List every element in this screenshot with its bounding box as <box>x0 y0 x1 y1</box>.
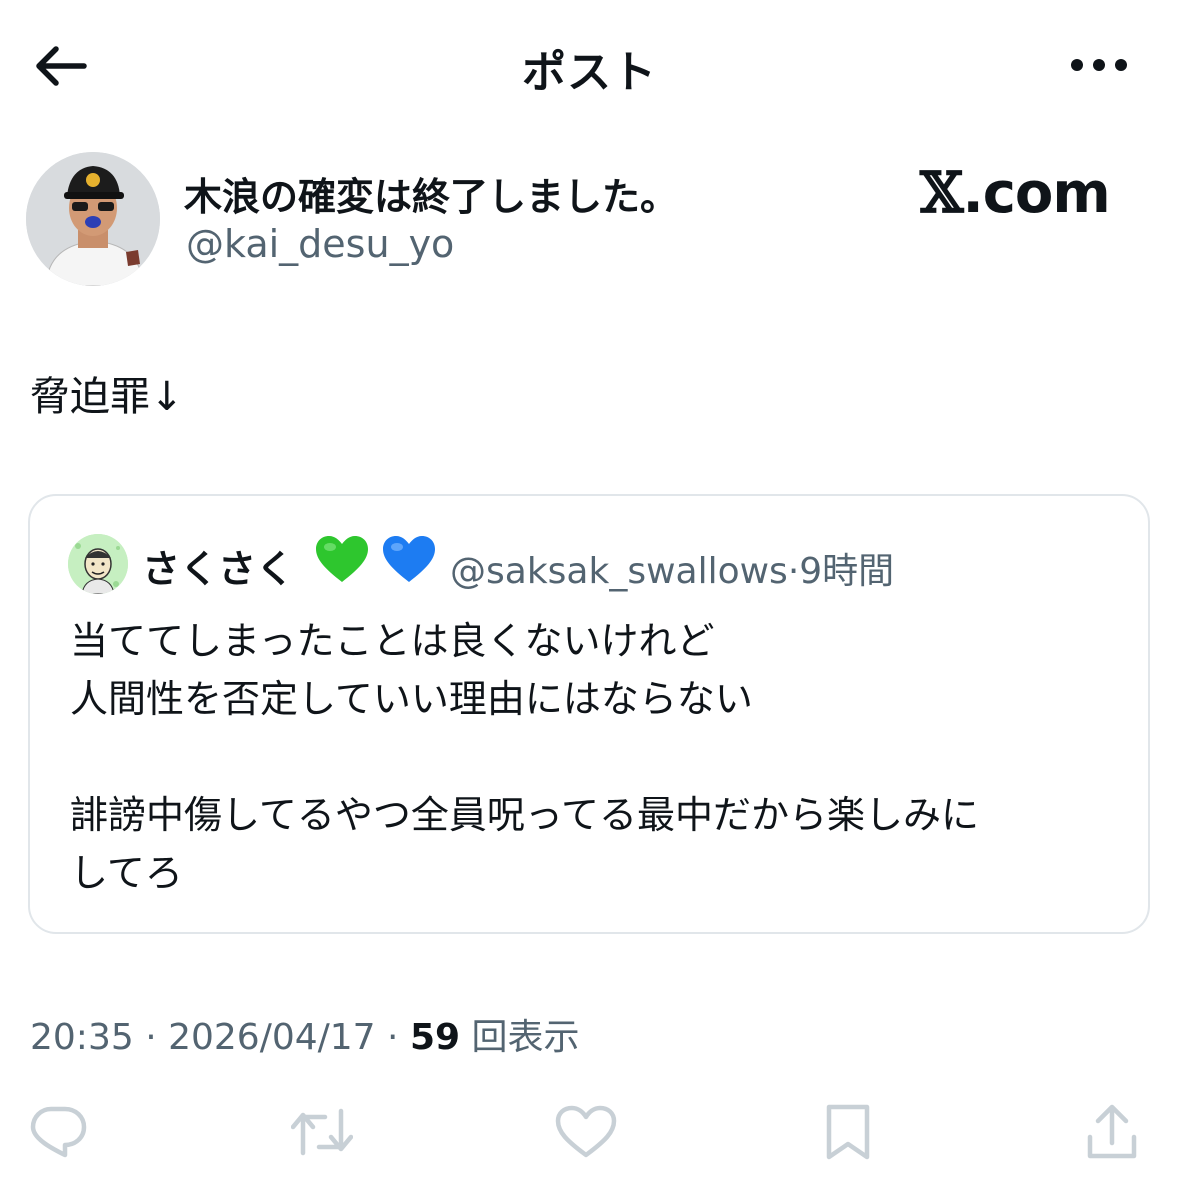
x-domain: .com <box>962 161 1110 226</box>
quote-author-avatar[interactable] <box>68 534 128 594</box>
action-bar <box>0 1100 1179 1170</box>
share-icon <box>1087 1104 1137 1159</box>
meta-separator: · <box>787 551 800 592</box>
views-count[interactable]: 59 <box>410 1017 460 1058</box>
reply-icon <box>30 1106 87 1158</box>
top-bar: ポスト <box>0 0 1179 130</box>
bookmark-icon <box>826 1104 870 1160</box>
tweet-text: 脅迫罪↓ <box>30 374 184 420</box>
meta-separator: · <box>375 1017 410 1058</box>
like-button[interactable] <box>554 1100 618 1164</box>
page-title: ポスト <box>522 47 657 98</box>
quote-author-handle[interactable]: @saksak_swallows <box>450 551 788 592</box>
quote-text-line: 誹謗中傷してるやつ全員呪ってる最中だから楽しみに <box>70 793 979 837</box>
quote-meta: @saksak_swallows·9時間 <box>450 542 894 594</box>
retweet-icon <box>291 1108 353 1156</box>
meta-separator: · <box>133 1017 169 1058</box>
more-button[interactable] <box>1059 40 1139 90</box>
blue-heart-icon <box>383 536 436 582</box>
tweet-time: 20:35 <box>30 1017 134 1058</box>
x-com-watermark: 𝕏.com <box>920 160 1111 226</box>
quote-text-line: 人間性を否定していい理由にはならない <box>70 677 753 721</box>
x-logo: 𝕏 <box>920 160 963 226</box>
author-handle[interactable]: @kai_desu_yo <box>186 222 454 266</box>
cartoon-avatar-icon <box>68 534 128 594</box>
green-heart-icon <box>316 536 368 582</box>
bookmark-button[interactable] <box>816 1100 880 1164</box>
quote-author-name[interactable]: さくさく <box>142 538 294 593</box>
quoted-tweet-card[interactable]: さくさく @saksak_swallows·9時間 当ててしまったことは良くない… <box>28 494 1150 934</box>
author-display-name[interactable]: 木浪の確変は終了しました。 <box>184 166 678 221</box>
quote-text-line <box>70 728 979 786</box>
quote-text-line: してろ <box>70 851 183 895</box>
tweet-meta: 20:35 · 2026/04/17 · 59 回表示 <box>30 1008 580 1060</box>
quote-time: 9時間 <box>799 551 895 592</box>
reply-button[interactable] <box>26 1100 90 1164</box>
like-icon <box>555 1105 617 1158</box>
more-horizontal-icon <box>1071 59 1127 71</box>
quote-text: 当ててしまったことは良くないけれど 人間性を否定していい理由にはならない 誹謗中… <box>70 612 979 902</box>
quote-name-emojis <box>314 534 437 586</box>
views-label: 回表示 <box>471 1017 580 1058</box>
quote-text-line: 当ててしまったことは良くないけれど <box>70 619 715 663</box>
author-avatar[interactable] <box>26 152 160 286</box>
tweet-date: 2026/04/17 <box>168 1017 376 1058</box>
baseball-player-avatar-icon <box>26 152 160 286</box>
share-button[interactable] <box>1080 1100 1144 1164</box>
retweet-button[interactable] <box>290 1100 354 1164</box>
